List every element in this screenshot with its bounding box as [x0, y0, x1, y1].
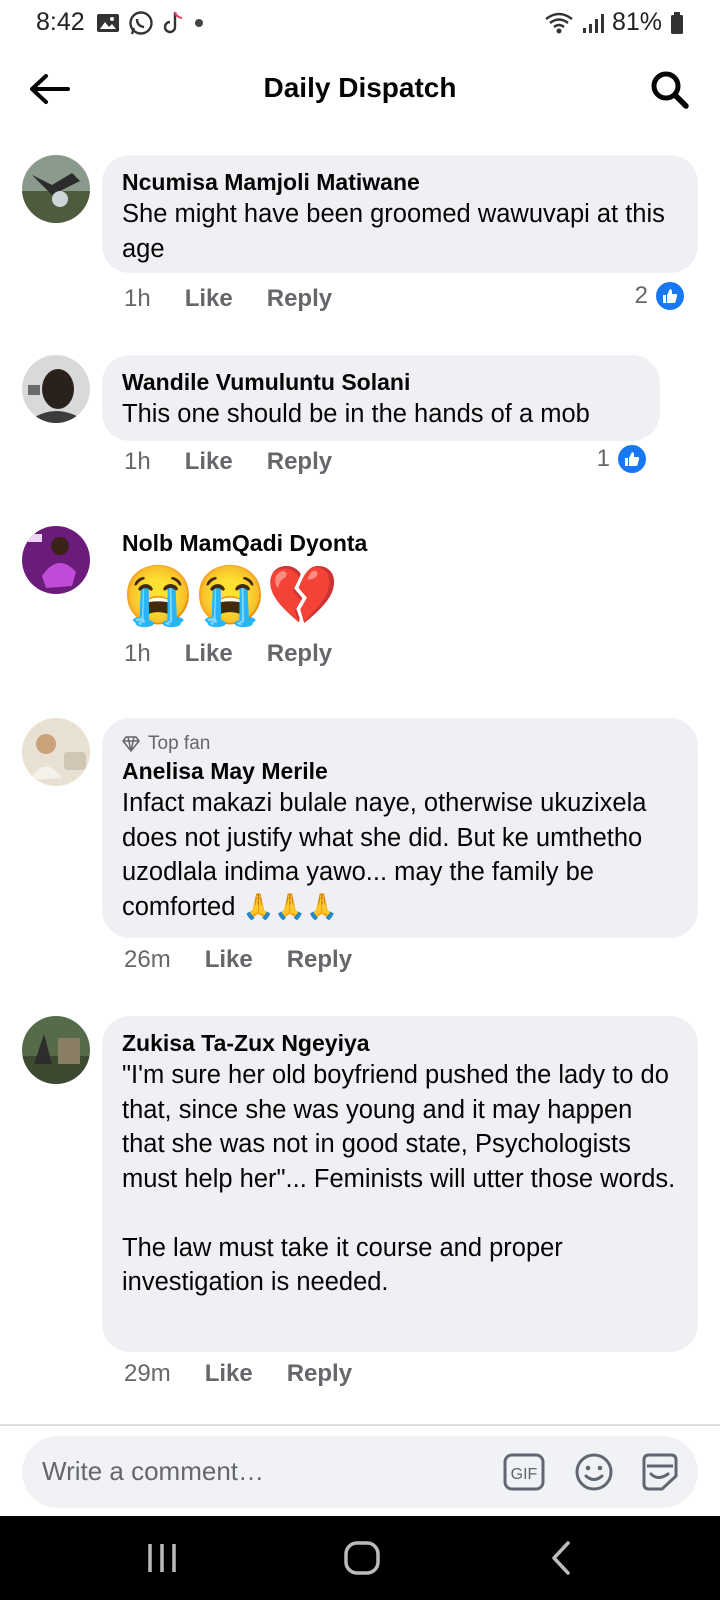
avatar[interactable]: [22, 1016, 90, 1084]
avatar[interactable]: [22, 155, 90, 223]
diamond-icon: [122, 736, 140, 752]
comment-actions: 26m Like Reply: [124, 946, 352, 974]
notification-dot-icon: [195, 19, 203, 27]
comment-input-placeholder[interactable]: Write a comment…: [42, 1456, 264, 1487]
battery-icon: [671, 11, 683, 34]
recent-apps-icon[interactable]: [140, 1538, 184, 1578]
top-fan-badge: Top fan: [122, 732, 678, 756]
thumbs-up-icon: [616, 443, 648, 475]
battery-percentage: 81%: [611, 8, 662, 36]
like-button[interactable]: Like: [185, 640, 233, 668]
tiktok-icon: [163, 11, 183, 34]
reply-button[interactable]: Reply: [267, 640, 332, 668]
reply-button[interactable]: Reply: [267, 448, 332, 476]
comment-text: Infact makazi bulale naye, otherwise uku…: [122, 789, 647, 921]
page-title: Daily Dispatch: [263, 72, 457, 103]
wifi-icon: [545, 12, 573, 33]
top-fan-label: Top fan: [148, 733, 211, 754]
composer-divider: [0, 1424, 720, 1426]
comment-bubble: Top fan Anelisa May Merile Infact makazi…: [102, 718, 698, 938]
avatar[interactable]: [22, 355, 90, 423]
comment-text: 😭😭💔: [122, 563, 339, 628]
gallery-icon: [97, 14, 119, 32]
comment-timestamp: 1h: [124, 640, 151, 667]
app-header: Daily Dispatch: [0, 58, 720, 120]
comment-bubble: Zukisa Ta-Zux Ngeyiya "I'm sure her old …: [102, 1016, 698, 1352]
home-icon[interactable]: [340, 1538, 384, 1578]
svg-text:GIF: GIF: [511, 1466, 538, 1483]
comment-timestamp: 1h: [124, 448, 151, 475]
comment-bubble: Ncumisa Mamjoli Matiwane She might have …: [102, 155, 698, 273]
reaction-count[interactable]: 1: [597, 443, 648, 475]
comment-bubble: Wandile Vumuluntu Solani This one should…: [102, 355, 660, 441]
comment-timestamp: 26m: [124, 946, 171, 973]
reaction-count-value: 1: [596, 445, 610, 472]
thumbs-up-icon: [654, 280, 686, 312]
comment-author[interactable]: Ncumisa Mamjoli Matiwane: [122, 167, 678, 197]
back-icon[interactable]: [540, 1538, 584, 1578]
status-bar: 8:42 81%: [0, 0, 720, 46]
comment-actions: 1h Like Reply: [124, 448, 332, 476]
comment-author[interactable]: Nolb MamQadi Dyonta: [122, 528, 382, 558]
comment-actions: 1h Like Reply: [124, 640, 332, 668]
avatar[interactable]: [22, 526, 90, 594]
signal-icon: [582, 13, 604, 33]
reaction-count-value: 2: [634, 282, 648, 309]
comment-author[interactable]: Anelisa May Merile: [122, 756, 678, 786]
comment-timestamp: 1h: [124, 285, 151, 312]
reaction-count[interactable]: 2: [635, 280, 686, 312]
comment-text: "I'm sure her old boyfriend pushed the l…: [122, 1061, 676, 1296]
system-navigation-bar: [0, 1516, 720, 1600]
sticker-icon[interactable]: [638, 1450, 682, 1494]
emoji-icon[interactable]: [572, 1450, 616, 1494]
reply-button[interactable]: Reply: [287, 946, 352, 974]
like-button[interactable]: Like: [185, 448, 233, 476]
comment-actions: 29m Like Reply: [124, 1360, 352, 1388]
search-icon[interactable]: [650, 70, 690, 110]
status-time: 8:42: [36, 8, 85, 36]
comment-author[interactable]: Zukisa Ta-Zux Ngeyiya: [122, 1028, 678, 1058]
reply-button[interactable]: Reply: [267, 285, 332, 313]
comment-text: This one should be in the hands of a mob: [122, 400, 590, 428]
comment-text: She might have been groomed wawuvapi at …: [122, 200, 665, 263]
like-button[interactable]: Like: [205, 946, 253, 974]
comment-actions: 1h Like Reply: [124, 285, 332, 313]
comment-composer[interactable]: Write a comment… GIF: [22, 1436, 698, 1508]
like-button[interactable]: Like: [185, 285, 233, 313]
comment-bubble: Nolb MamQadi Dyonta 😭😭💔: [102, 516, 402, 636]
avatar[interactable]: [22, 718, 90, 786]
like-button[interactable]: Like: [205, 1360, 253, 1388]
gif-icon[interactable]: GIF: [502, 1450, 546, 1494]
comment-timestamp: 29m: [124, 1360, 171, 1387]
comment-author[interactable]: Wandile Vumuluntu Solani: [122, 367, 640, 397]
whatsapp-icon: [129, 11, 153, 35]
reply-button[interactable]: Reply: [287, 1360, 352, 1388]
